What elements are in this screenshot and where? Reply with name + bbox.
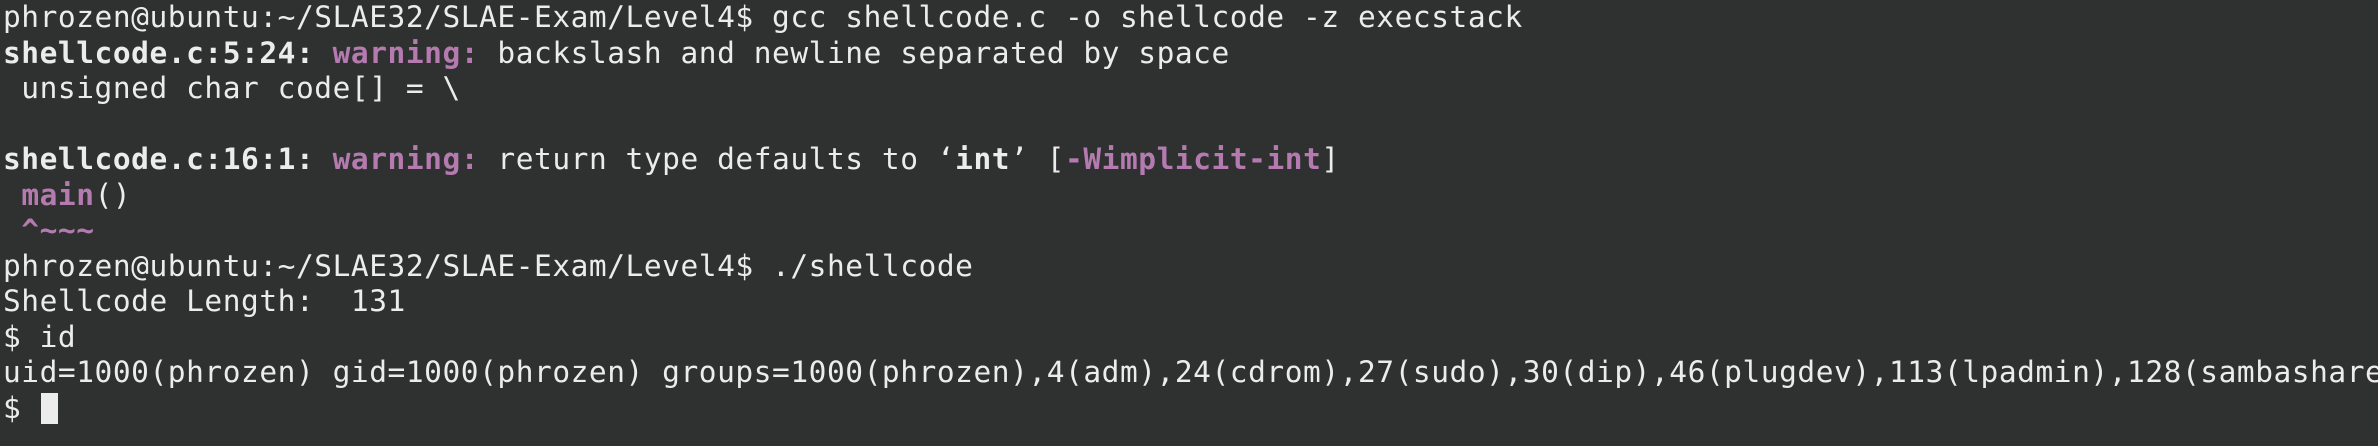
source-function-name: main	[21, 177, 95, 212]
command-text: ./shellcode	[753, 248, 974, 283]
spawned-shell-prompt-line[interactable]: $	[3, 391, 2378, 427]
shell-prompt: phrozen@ubuntu:~/SLAE32/SLAE-Exam/Level4…	[3, 0, 754, 34]
warning-location: shellcode.c:16:1:	[3, 142, 315, 176]
warning-label: warning:	[332, 142, 480, 176]
warning-label: warning:	[332, 35, 480, 70]
text-cursor	[40, 392, 58, 424]
spawned-shell-command: $ id	[3, 319, 77, 354]
warning-message-end: ]	[1321, 142, 1340, 176]
source-snippet-1: unsigned char code[] = \	[3, 71, 461, 105]
command-line-run: phrozen@ubuntu:~/SLAE32/SLAE-Exam/Level4…	[3, 249, 2378, 285]
compiler-warning-1: shellcode.c:5:24: warning: backslash and…	[3, 36, 2378, 72]
warning-message: backslash and newline separated by space	[479, 35, 1230, 70]
spawned-shell-prompt: $	[3, 390, 40, 425]
source-snippet-2: main()	[3, 178, 2378, 214]
source-indent	[3, 178, 21, 212]
terminal-window[interactable]: phrozen@ubuntu:~/SLAE32/SLAE-Exam/Level4…	[0, 0, 2378, 446]
warning-message-mid: ’ [	[1010, 142, 1066, 176]
compiler-warning-2: shellcode.c:16:1: warning: return type d…	[3, 142, 2378, 178]
source-caret-marker: ^~~~	[3, 213, 95, 247]
command-text: gcc shellcode.c -o shellcode -z execstac…	[753, 0, 1523, 34]
warning-location: shellcode.c:5:24:	[3, 35, 315, 70]
warning-keyword: int	[955, 142, 1011, 176]
warning-flag: -Wimplicit-int	[1065, 142, 1322, 176]
shell-prompt: phrozen@ubuntu:~/SLAE32/SLAE-Exam/Level4…	[3, 248, 754, 283]
id-command-output: uid=1000(phrozen) gid=1000(phrozen) grou…	[3, 355, 2378, 389]
warning-message-start: return type defaults to ‘	[479, 142, 956, 176]
command-line-gcc: phrozen@ubuntu:~/SLAE32/SLAE-Exam/Level4…	[3, 0, 2378, 36]
output-shellcode-length: Shellcode Length: 131	[3, 284, 406, 318]
source-parens: ()	[94, 177, 132, 212]
